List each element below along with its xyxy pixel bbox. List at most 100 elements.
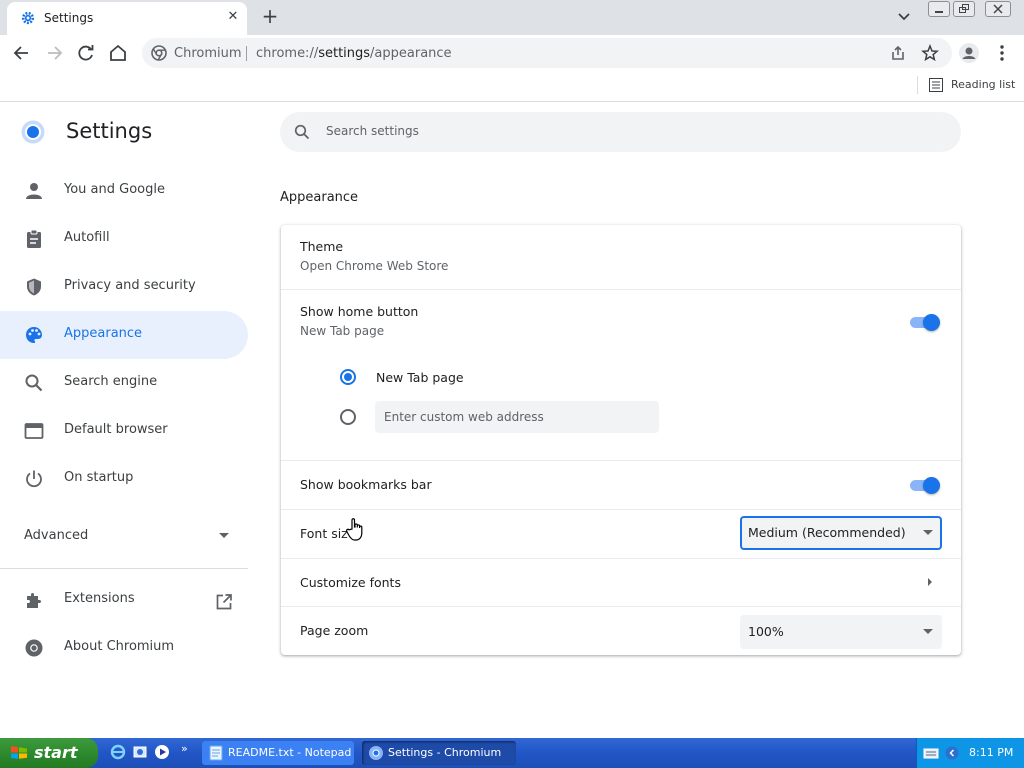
shield-icon [27,278,41,296]
internet-explorer-icon[interactable] [110,744,126,760]
page-zoom-value: 100% [748,624,784,639]
notepad-icon [209,745,223,761]
taskbar-item-notepad[interactable]: README.txt - Notepad [202,741,354,765]
page-title: Settings [66,119,153,143]
bookmark-star-icon[interactable] [921,44,939,62]
menu-icon[interactable] [991,42,1013,64]
open-in-new-icon[interactable] [215,593,233,611]
browser-window-icon [24,423,44,439]
system-tray: 8:11 PM [916,738,1024,768]
sidebar-item-about[interactable]: About Chromium [0,624,248,672]
search-icon [25,374,43,392]
chromium-logo-icon [21,120,45,144]
browser-toolbar: Chromium chrome://settings/appearance [0,35,1024,71]
tab-settings[interactable]: Settings ✕ [7,2,247,35]
search-settings-input[interactable]: Search settings [280,112,961,152]
home-button-toggle[interactable] [909,311,942,333]
customize-fonts-label: Customize fonts [300,575,401,590]
font-size-select[interactable]: Medium (Recommended) [740,516,942,550]
bookmarks-bar: Reading list [0,71,1024,102]
person-icon [26,183,42,199]
power-icon [26,470,42,488]
show-desktop-icon[interactable] [132,744,148,760]
row-divider [281,289,961,290]
tab-strip: Settings ✕ + [0,0,1024,35]
profile-icon[interactable] [958,42,980,64]
sidebar-divider [0,568,248,569]
bookmarks-bar-toggle[interactable] [909,474,942,496]
bookmarks-divider [917,76,918,94]
reading-list-label: Reading list [951,78,1016,91]
sidebar-item-label: Autofill [64,230,110,245]
palette-icon [26,327,42,343]
search-placeholder: Search settings [326,124,419,138]
reading-list-icon [929,78,943,92]
tab-title: Settings [44,11,94,25]
sidebar-item-label: Appearance [64,326,143,341]
taskbar-item-chromium[interactable]: Settings - Chromium [362,741,516,765]
settings-page: Settings Search settings You and Google … [0,103,1024,738]
chevron-down-icon[interactable] [219,533,229,538]
tab-search-icon[interactable] [894,8,914,26]
chromium-icon [151,45,167,61]
chevron-left-icon[interactable] [944,746,960,760]
url-text: chrome://settings/appearance [256,46,452,61]
row-divider [281,509,961,510]
site-name: Chromium [174,46,242,61]
sidebar-item-you-and-google[interactable]: You and Google [0,167,248,215]
windows-logo-icon [11,746,27,759]
radio-new-tab[interactable] [340,369,356,385]
home-icon[interactable] [107,42,129,64]
sidebar-item-default-browser[interactable]: Default browser [0,407,248,455]
omnibox-divider [246,46,247,61]
home-button-sub: New Tab page [300,324,385,338]
sidebar-item-search-engine[interactable]: Search engine [0,359,248,407]
chromium-icon [25,639,43,657]
keyboard-icon[interactable] [923,746,939,760]
share-icon[interactable] [889,44,907,62]
sidebar-item-label: You and Google [64,182,165,197]
chromium-icon [369,746,383,760]
back-icon[interactable] [11,42,33,64]
sidebar-item-extensions[interactable]: Extensions [0,576,248,624]
quick-launch-more-icon[interactable]: » [181,742,188,755]
forward-icon[interactable] [43,42,65,64]
sidebar-item-label: Privacy and security [64,278,196,293]
sidebar-item-privacy[interactable]: Privacy and security [0,263,248,311]
section-title: Appearance [280,190,359,205]
puzzle-icon [27,593,41,608]
custom-address-placeholder: Enter custom web address [384,410,544,424]
chevron-down-icon [923,530,933,535]
start-button[interactable]: start [0,738,98,768]
appearance-card: Theme Open Chrome Web Store Show home bu… [281,225,961,655]
gear-icon [21,11,35,25]
minimize-button[interactable] [928,1,950,17]
taskbar-item-label: README.txt - Notepad [228,746,352,759]
chevron-down-icon [923,629,933,634]
clipboard-icon [27,229,41,248]
close-icon[interactable]: ✕ [225,9,241,25]
start-label: start [34,743,78,762]
sidebar-item-on-startup[interactable]: On startup [0,455,248,503]
page-zoom-select[interactable]: 100% [740,615,942,649]
close-window-button[interactable] [985,1,1011,17]
sidebar-item-label: Extensions [64,591,135,606]
taskbar: start » README.txt - Notepad Settings - … [0,738,1024,768]
radio-custom-address[interactable] [340,409,356,425]
chevron-right-icon [928,578,932,586]
media-player-icon[interactable] [154,744,170,760]
sidebar-item-autofill[interactable]: Autofill [0,215,248,263]
restore-button[interactable] [953,1,975,17]
search-icon [294,124,310,140]
page-zoom-label: Page zoom [300,623,369,638]
sidebar-item-label: About Chromium [64,639,175,654]
address-bar[interactable]: Chromium chrome://settings/appearance [142,38,952,68]
home-button-label: Show home button [300,304,419,319]
reload-icon[interactable] [75,42,97,64]
sidebar-item-appearance[interactable]: Appearance [0,311,248,359]
sidebar-item-advanced[interactable]: Advanced [24,528,88,543]
new-tab-button[interactable]: + [259,5,281,27]
sidebar-item-label: On startup [64,470,134,485]
taskbar-item-label: Settings - Chromium [388,746,502,759]
custom-address-input[interactable]: Enter custom web address [375,401,659,433]
